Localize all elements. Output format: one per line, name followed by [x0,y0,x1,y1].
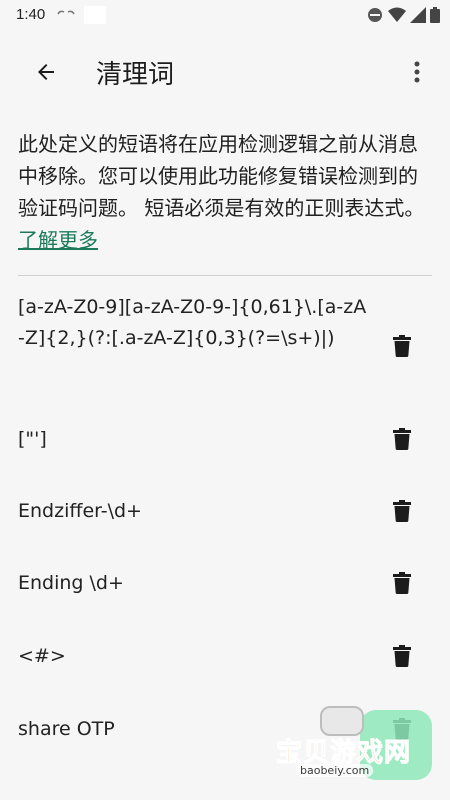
trash-icon [393,428,411,450]
status-indicators [366,7,440,23]
list-item: Endziffer-\d+ [0,496,450,536]
status-time: 1:40 [16,6,46,23]
battery-icon [430,7,440,23]
rule-text: Endziffer-\d+ [18,500,142,522]
back-button[interactable] [24,52,68,92]
list-item: Ending \d+ [0,568,450,608]
arrow-back-icon [38,64,54,80]
list-item: ["'] [0,424,450,464]
watermark-url: baobeiy.com [296,764,374,777]
page-title: 清理词 [96,60,175,90]
trash-icon [393,572,411,594]
delete-button[interactable] [388,569,416,597]
delete-button[interactable] [388,425,416,453]
trash-icon [393,500,411,522]
learn-more-link[interactable]: 了解更多 [18,228,98,252]
status-notification-icon [84,6,106,24]
description: 此处定义的短语将在应用检测逻辑之前从消息中移除。您可以使用此功能修复错误检测到的… [18,128,430,256]
divider [18,275,432,276]
delete-button[interactable] [388,332,416,360]
delete-button[interactable] [388,642,416,670]
watermark: 宝贝游戏网 baobeiy.com [274,706,434,792]
app-bar: 清理词 [0,40,450,104]
link-icon [57,10,75,15]
more-vert-icon [414,61,420,83]
status-bar: 1:40 [0,0,450,32]
description-text: 此处定义的短语将在应用检测逻辑之前从消息中移除。您可以使用此功能修复错误检测到的… [18,132,425,220]
trash-icon [393,645,411,667]
delete-button[interactable] [388,497,416,525]
rule-text: [a-zA-Z0-9][a-zA-Z0-9-]{0,61}\.[a-zA-Z]{… [18,296,367,349]
rule-text: <#> [18,645,66,667]
dnd-icon [368,8,382,22]
rule-text: Ending \d+ [18,572,124,594]
wifi-icon [388,7,406,22]
signal-icon [410,7,426,23]
overflow-menu-button[interactable] [402,54,432,90]
list-item: [a-zA-Z0-9][a-zA-Z0-9-]{0,61}\.[a-zA-Z]{… [0,292,450,402]
rule-text: ["'] [18,428,47,450]
trash-icon [393,335,411,357]
list-item: <#> [0,641,450,681]
